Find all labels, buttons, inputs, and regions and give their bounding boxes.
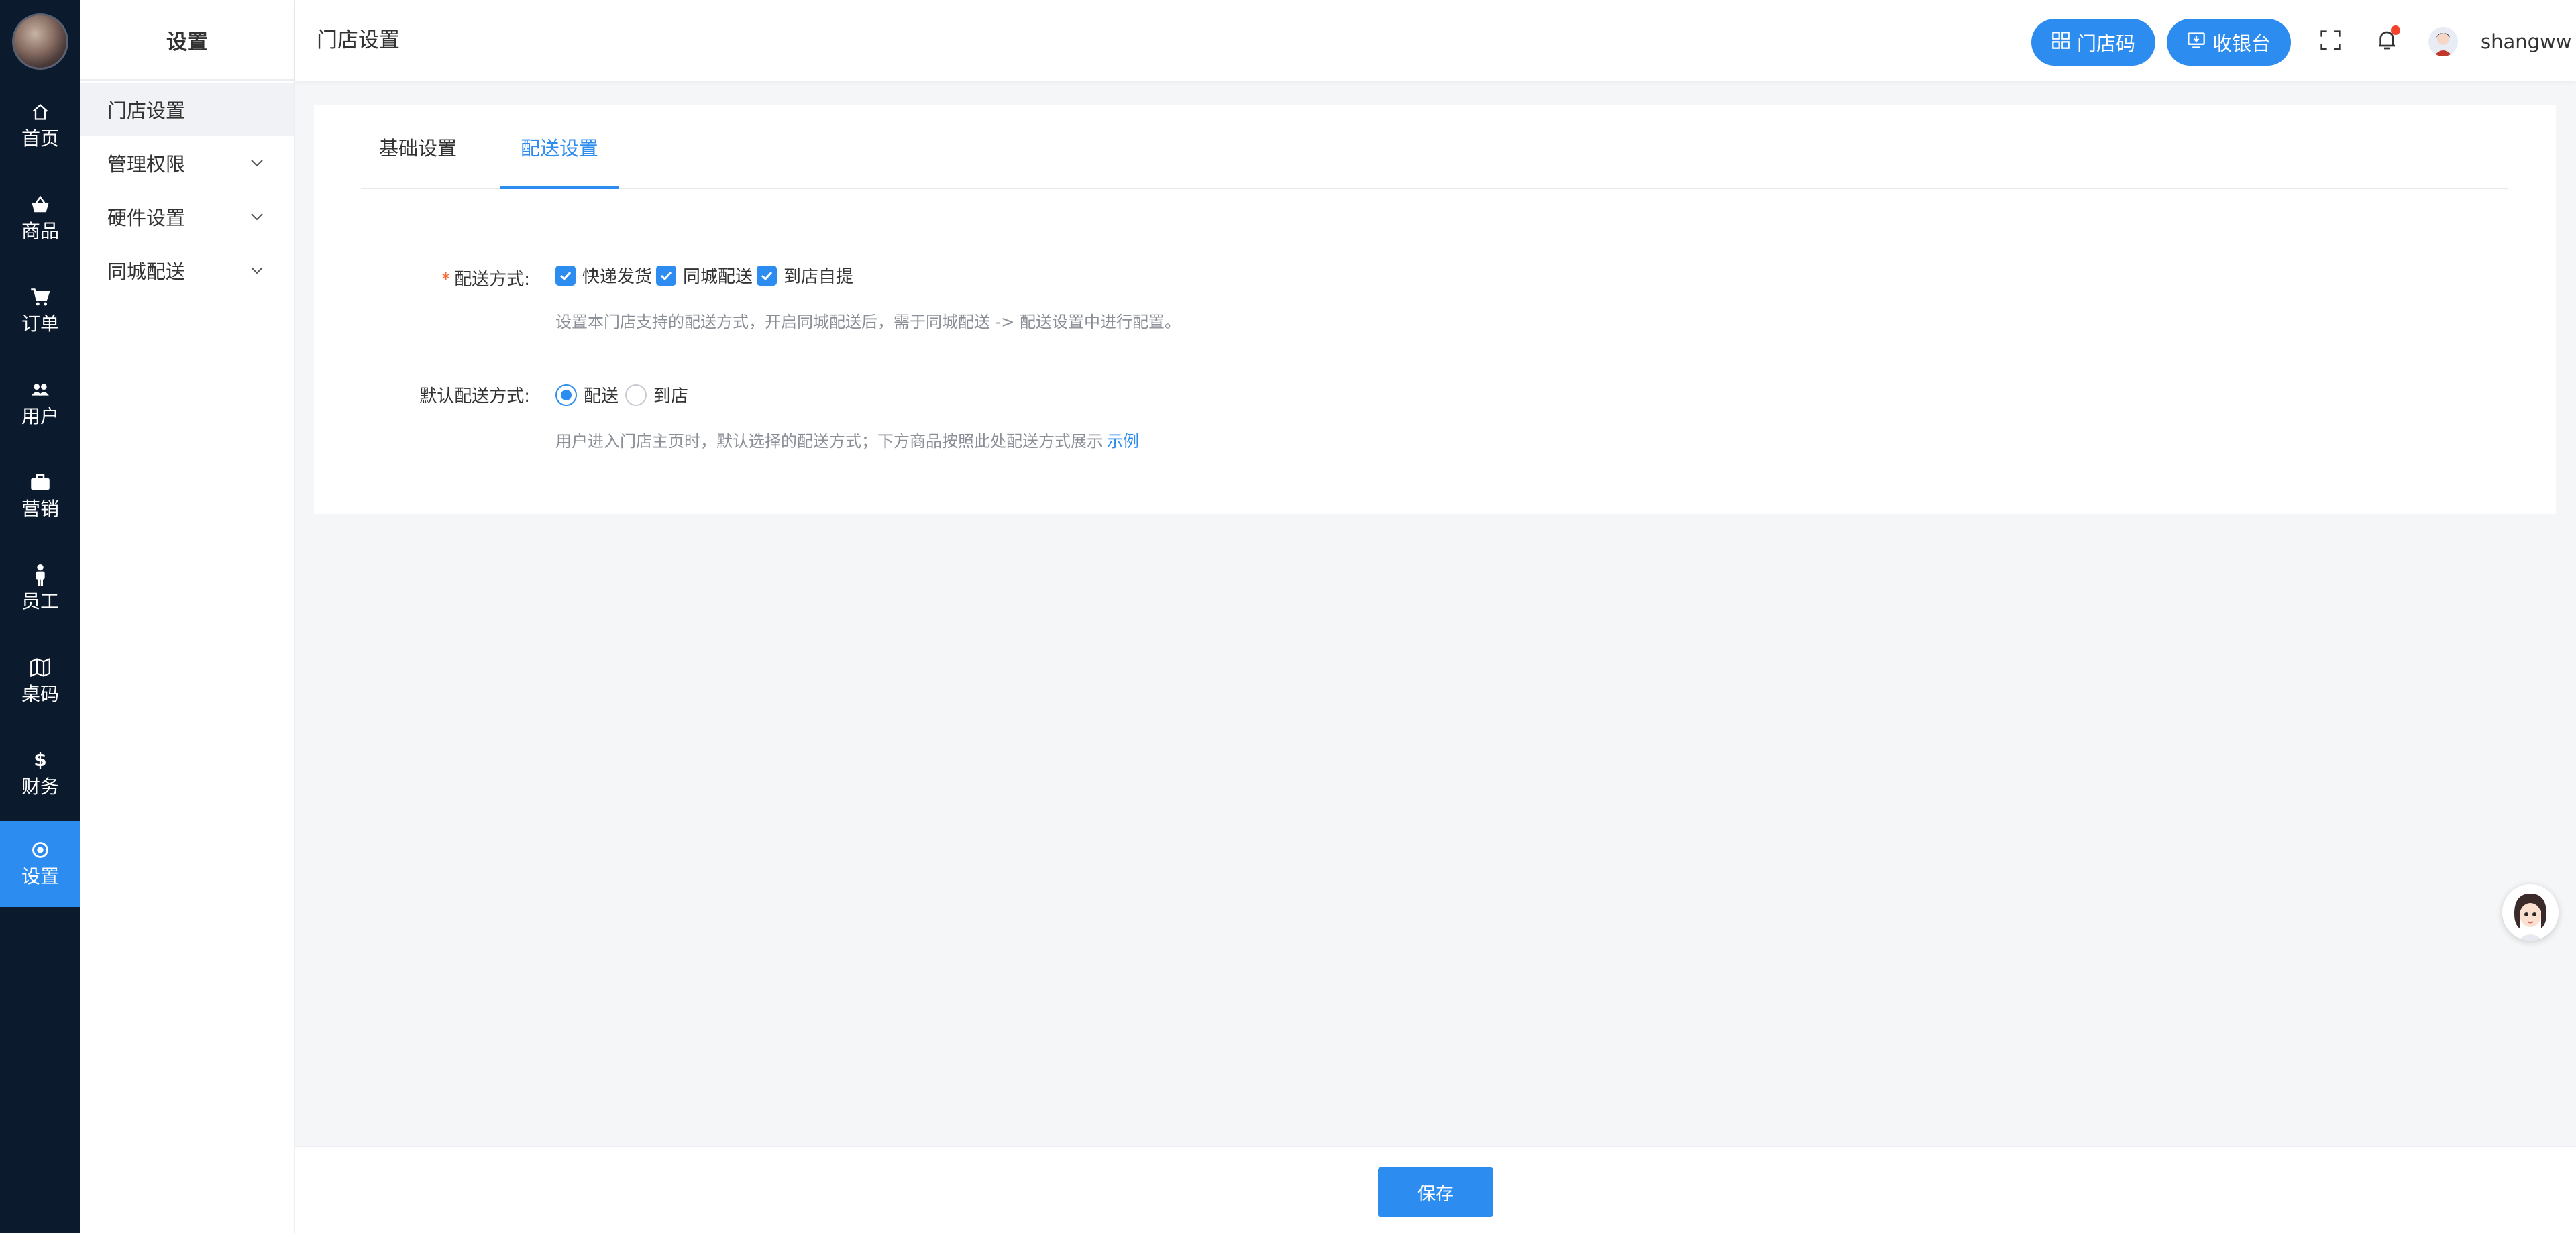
radio-selected-icon (555, 384, 577, 406)
home-icon (30, 102, 50, 122)
settings-icon (30, 840, 50, 860)
tab-basic-settings[interactable]: 基础设置 (361, 105, 475, 189)
delivery-settings-card: 基础设置 配送设置 * 配送方式: 快递发货 同城配送 到店自提 设置本门店支持的… (314, 105, 2556, 514)
example-link[interactable]: 示例 (1107, 432, 1139, 451)
nav-settings[interactable]: 设置 (0, 821, 80, 907)
check-icon (757, 265, 777, 286)
nav-staff[interactable]: 员工 (0, 546, 80, 632)
nav-products[interactable]: 商品 (0, 176, 80, 262)
basket-icon (30, 195, 50, 215)
main-nav-rail: 首页 商品 订单 用户 营销 员工 桌码 $ 财务 设置 (0, 0, 80, 1233)
sidebar-item-label: 同城配送 (107, 260, 186, 283)
default-method-help: 用户进入门店主页时，默认选择的配送方式；下方商品按照此处配送方式展示 示例 (555, 432, 1139, 451)
default-method-label: 默认配送方式: (419, 386, 530, 407)
sidebar-title: 设置 (80, 0, 294, 81)
nav-orders[interactable]: 订单 (0, 268, 80, 354)
person-icon (30, 564, 50, 586)
assistant-avatar[interactable] (2502, 884, 2559, 941)
sidebar-item-store-settings[interactable]: 门店设置 (80, 83, 294, 136)
store-code-button[interactable]: 门店码 (2031, 19, 2156, 66)
sidebar-item-label: 门店设置 (107, 99, 186, 122)
dollar-icon: $ (34, 749, 47, 771)
top-header: 门店设置 门店码 收银台 shangww (295, 0, 2576, 81)
checkbox-express[interactable]: 快递发货 (555, 263, 652, 288)
check-icon (656, 265, 676, 286)
checkbox-local-delivery[interactable]: 同城配送 (656, 263, 753, 288)
nav-table-codes[interactable]: 桌码 (0, 639, 80, 725)
user-avatar[interactable] (2428, 27, 2458, 56)
sidebar-item-permissions[interactable]: 管理权限 (80, 136, 294, 190)
chevron-down-icon (247, 207, 267, 227)
map-icon (30, 657, 50, 678)
bell-icon[interactable] (2375, 25, 2400, 52)
radio-in-store[interactable]: 到店 (625, 382, 688, 407)
radio-delivery[interactable]: 配送 (555, 382, 619, 407)
cashier-button[interactable]: 收银台 (2167, 19, 2292, 66)
tab-delivery-settings[interactable]: 配送设置 (500, 105, 619, 189)
settings-sidebar: 设置 门店设置 管理权限 硬件设置 同城配送 (80, 0, 295, 1233)
cashier-icon (2187, 31, 2206, 54)
cart-icon (30, 287, 50, 307)
sidebar-item-label: 硬件设置 (107, 207, 186, 229)
delivery-method-help: 设置本门店支持的配送方式，开启同城配送后，需于同城配送 -> 配送设置中进行配置… (555, 313, 1181, 331)
radio-unselected-icon (625, 384, 647, 406)
delivery-method-label: * 配送方式: (441, 270, 530, 290)
store-avatar[interactable] (12, 13, 68, 70)
page-title: 门店设置 (317, 28, 400, 52)
sidebar-item-hardware[interactable]: 硬件设置 (80, 190, 294, 244)
briefcase-icon (30, 472, 50, 492)
save-button[interactable]: 保存 (1378, 1167, 1493, 1217)
user-name[interactable]: shangww (2481, 0, 2571, 81)
notification-badge (2391, 25, 2400, 35)
sidebar-item-label: 管理权限 (107, 153, 186, 176)
nav-marketing[interactable]: 营销 (0, 453, 80, 539)
users-icon (30, 380, 50, 400)
nav-finance[interactable]: $ 财务 (0, 731, 80, 817)
chevron-down-icon (247, 153, 267, 173)
qrcode-icon (2051, 31, 2070, 54)
fullscreen-icon[interactable] (2318, 28, 2343, 52)
required-mark: * (441, 270, 451, 290)
nav-users[interactable]: 用户 (0, 361, 80, 447)
nav-home[interactable]: 首页 (0, 83, 80, 169)
checkbox-self-pickup[interactable]: 到店自提 (757, 263, 853, 288)
sidebar-item-local-delivery[interactable]: 同城配送 (80, 244, 294, 297)
settings-tabs: 基础设置 配送设置 (361, 105, 2508, 189)
chevron-down-icon (247, 260, 267, 280)
footer-bar: 保存 (295, 1146, 2576, 1233)
check-icon (555, 265, 576, 286)
